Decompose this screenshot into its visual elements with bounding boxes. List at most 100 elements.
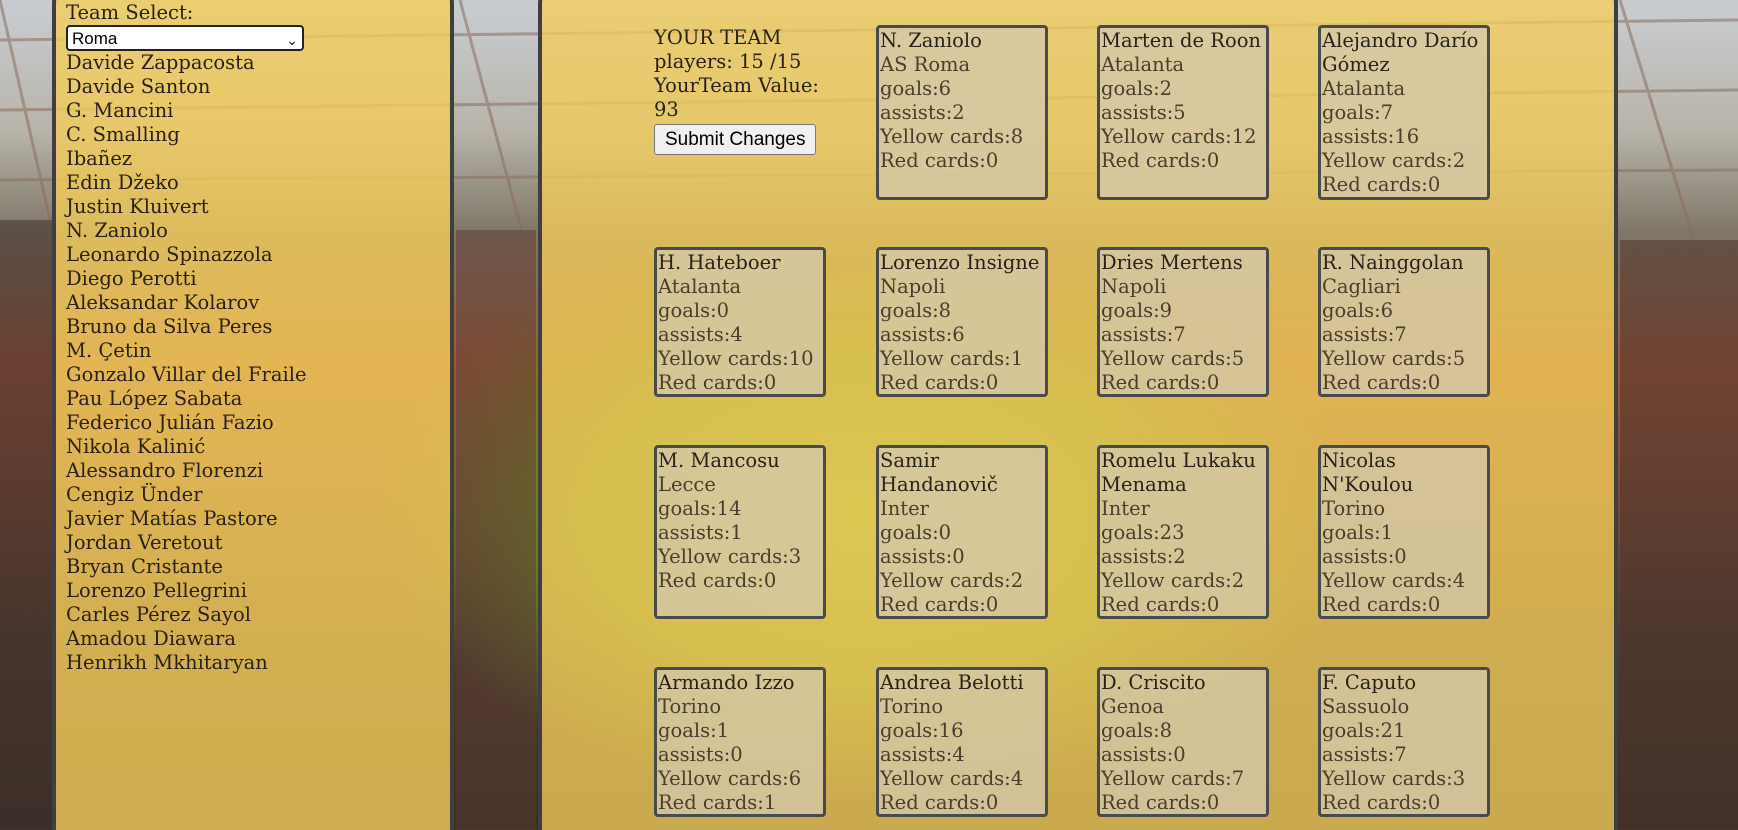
player-card[interactable]: Samir Handanovič Inter goals:0 assists:0… [876,445,1048,619]
team-value-label: YourTeam Value: [654,74,819,97]
player-yellow-cards: Yellow cards:4 [880,767,1024,790]
roster-player[interactable]: Cengiz Ünder [66,483,426,507]
roster-player[interactable]: Amadou Diawara [66,627,426,651]
player-assists: assists:7 [1101,323,1186,346]
player-card[interactable]: Andrea Belotti Torino goals:16 assists:4… [876,667,1048,817]
player-goals: goals:2 [1101,77,1173,100]
roster-player[interactable]: Leonardo Spinazzola [66,243,426,267]
roster-player[interactable]: Lorenzo Pellegrini [66,579,426,603]
roster-player[interactable]: Justin Kluivert [66,195,426,219]
roster-player[interactable]: Gonzalo Villar del Fraile [66,363,426,387]
player-card[interactable]: H. Hateboer Atalanta goals:0 assists:4 Y… [654,247,826,397]
player-red-cards: Red cards:0 [880,593,999,616]
roster-player[interactable]: Henrikh Mkhitaryan [66,651,426,675]
player-name: Nicolas N'Koulou [1322,449,1414,496]
player-goals: goals:7 [1322,101,1394,124]
player-card[interactable]: Lorenzo Insigne Napoli goals:8 assists:6… [876,247,1048,397]
player-club: Atalanta [658,275,742,298]
player-card[interactable]: M. Mancosu Lecce goals:14 assists:1 Yell… [654,445,826,619]
player-club: Inter [1101,497,1150,520]
player-assists: assists:0 [658,743,743,766]
player-yellow-cards: Yellow cards:5 [1322,347,1466,370]
team-value: 93 [654,98,679,121]
player-assists: assists:16 [1322,125,1420,148]
team-select-wrapper[interactable]: Roma ⌄ [66,25,304,51]
roster-player[interactable]: C. Smalling [66,123,426,147]
roster-player[interactable]: Alessandro Florenzi [66,459,426,483]
player-card[interactable]: Nicolas N'Koulou Torino goals:1 assists:… [1318,445,1490,619]
player-card[interactable]: N. Zaniolo AS Roma goals:6 assists:2 Yel… [876,25,1048,200]
roster-player[interactable]: Federico Julián Fazio [66,411,426,435]
player-yellow-cards: Yellow cards:2 [880,569,1024,592]
player-goals: goals:14 [658,497,742,520]
player-assists: assists:0 [1322,545,1407,568]
team-heading: YOUR TEAM [654,26,782,49]
player-red-cards: Red cards:0 [1322,173,1441,196]
player-yellow-cards: Yellow cards:3 [1322,767,1466,790]
player-club: Napoli [1101,275,1167,298]
team-select-label: Team Select: [66,1,194,24]
roster-player[interactable]: M. Çetin [66,339,426,363]
player-name: N. Zaniolo [880,29,982,52]
roster-player[interactable]: Davide Santon [66,75,426,99]
player-red-cards: Red cards:0 [1101,371,1220,394]
roster-player[interactable]: Bruno da Silva Peres [66,315,426,339]
player-name: Lorenzo Insigne [880,251,1040,274]
roster-player[interactable]: Ibañez [66,147,426,171]
player-red-cards: Red cards:0 [880,371,999,394]
player-assists: assists:6 [880,323,965,346]
player-yellow-cards: Yellow cards:8 [880,125,1024,148]
roster-player[interactable]: Diego Perotti [66,267,426,291]
player-assists: assists:1 [658,521,743,544]
roster-player[interactable]: Javier Matías Pastore [66,507,426,531]
player-red-cards: Red cards:0 [658,569,777,592]
roster-player[interactable]: N. Zaniolo [66,219,426,243]
player-assists: assists:7 [1322,323,1407,346]
player-red-cards: Red cards:0 [1322,371,1441,394]
roster-player[interactable]: Carles Pérez Sayol [66,603,426,627]
player-assists: assists:0 [1101,743,1186,766]
player-assists: assists:2 [880,101,965,124]
roster-list: Davide Zappacosta Davide Santon G. Manci… [66,51,426,675]
roster-player[interactable]: G. Mancini [66,99,426,123]
player-assists: assists:4 [880,743,965,766]
player-card[interactable]: Dries Mertens Napoli goals:9 assists:7 Y… [1097,247,1269,397]
player-card[interactable]: Marten de Roon Atalanta goals:2 assists:… [1097,25,1269,200]
player-goals: goals:16 [880,719,964,742]
player-card[interactable]: Armando Izzo Torino goals:1 assists:0 Ye… [654,667,826,817]
player-goals: goals:9 [1101,299,1173,322]
player-card[interactable]: Alejandro Darío Gómez Atalanta goals:7 a… [1318,25,1490,200]
player-name: Marten de Roon [1101,29,1261,52]
player-yellow-cards: Yellow cards:2 [1101,569,1245,592]
player-red-cards: Red cards:0 [880,149,999,172]
player-card[interactable]: Romelu Lukaku Menama Inter goals:23 assi… [1097,445,1269,619]
player-yellow-cards: Yellow cards:1 [880,347,1024,370]
player-card[interactable]: R. Nainggolan Cagliari goals:6 assists:7… [1318,247,1490,397]
player-name: D. Criscito [1101,671,1206,694]
roster-player[interactable]: Aleksandar Kolarov [66,291,426,315]
player-card[interactable]: D. Criscito Genoa goals:8 assists:0 Yell… [1097,667,1269,817]
roster-player[interactable]: Bryan Cristante [66,555,426,579]
roster-player[interactable]: Jordan Veretout [66,531,426,555]
player-goals: goals:6 [880,77,952,100]
roster-player[interactable]: Davide Zappacosta [66,51,426,75]
player-club: Genoa [1101,695,1165,718]
player-goals: goals:0 [658,299,730,322]
roster-player[interactable]: Pau López Sabata [66,387,426,411]
player-card[interactable]: F. Caputo Sassuolo goals:21 assists:7 Ye… [1318,667,1490,817]
player-name: Armando Izzo [658,671,795,694]
player-club: Atalanta [1322,77,1406,100]
player-name: Romelu Lukaku Menama [1101,449,1256,496]
player-goals: goals:1 [1322,521,1394,544]
player-red-cards: Red cards:0 [1322,791,1441,814]
player-assists: assists:0 [880,545,965,568]
submit-changes-button[interactable]: Submit Changes [654,124,817,155]
team-select-dropdown[interactable]: Roma [66,25,304,51]
player-yellow-cards: Yellow cards:12 [1101,125,1257,148]
roster-player[interactable]: Nikola Kalinić [66,435,426,459]
player-goals: goals:0 [880,521,952,544]
player-club: Inter [880,497,929,520]
player-assists: assists:2 [1101,545,1186,568]
roster-player[interactable]: Edin Džeko [66,171,426,195]
player-goals: goals:8 [880,299,952,322]
